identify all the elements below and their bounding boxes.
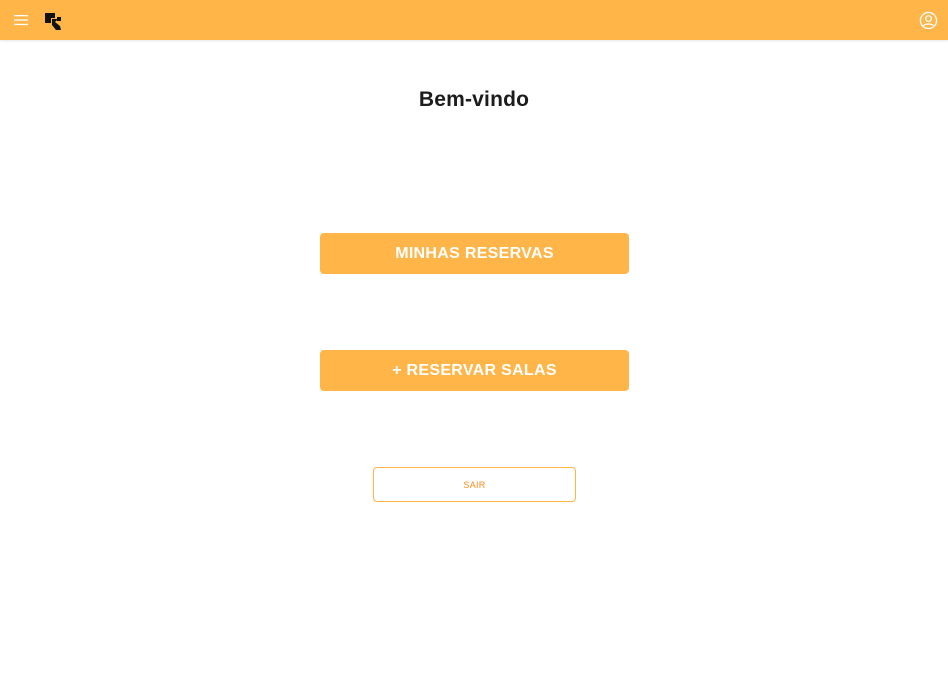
logout-button[interactable]: SAIR [373,467,576,502]
user-account-button[interactable] [919,11,938,30]
page-title: Bem-vindo [418,88,530,111]
top-app-bar [0,0,948,40]
user-account-icon [919,11,938,30]
reserve-rooms-button[interactable]: + RESERVAR SALAS [320,350,629,391]
hamburger-menu-icon [14,15,28,26]
my-reservations-button[interactable]: MINHAS RESERVAS [320,233,629,274]
hamburger-menu-button[interactable] [12,11,30,29]
brand-logo-icon [45,13,61,30]
